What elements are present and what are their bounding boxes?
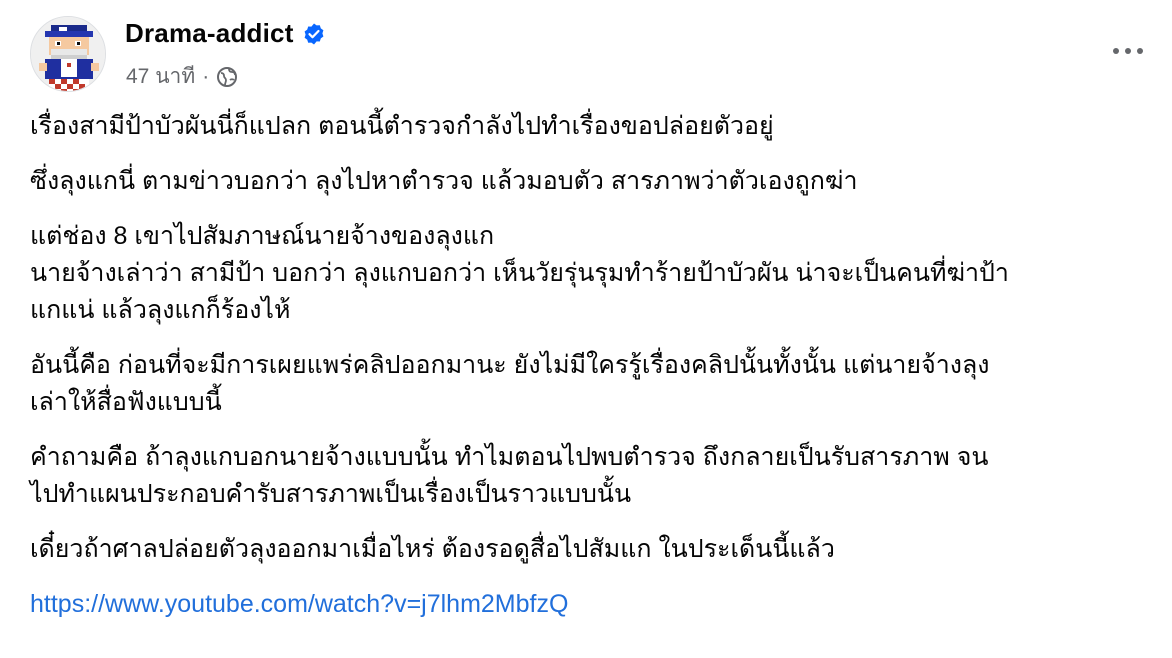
avatar[interactable] (30, 16, 106, 92)
globe-icon[interactable] (216, 66, 238, 88)
post-timestamp[interactable]: 47 นาที (126, 60, 195, 93)
post-paragraph: เรื่องสามีป้าบัวผันนี่ก็แปลก ตอนนี้ตำรวจ… (30, 112, 774, 140)
author-name[interactable]: Drama-addict (125, 18, 294, 49)
post-paragraph: แต่ช่อง 8 เขาไปสัมภาษณ์นายจ้างของลุงแก น… (30, 222, 1009, 324)
meta-separator: · (202, 64, 210, 88)
youtube-link[interactable]: https://www.youtube.com/watch?v=j7lhm2Mb… (30, 586, 568, 623)
post-paragraph: คำถามคือ ถ้าลุงแกบอกนายจ้างแบบนั้น ทำไมต… (30, 443, 989, 508)
post-paragraph: เดี๋ยวถ้าศาลปล่อยตัวลุงออกมาเมื่อไหร่ ต้… (30, 535, 835, 563)
post-content: เรื่องสามีป้าบัวผันนี่ก็แปลก ตอนนี้ตำรวจ… (30, 108, 1145, 623)
more-horizontal-icon (1113, 48, 1143, 54)
post-paragraph: อันนี้คือ ก่อนที่จะมีการเผยแพร่คลิปออกมา… (30, 351, 990, 416)
verified-badge-icon (302, 22, 326, 46)
pixel-art-avatar-image (31, 17, 105, 91)
post-paragraph: ซึ่งลุงแกนี่ ตามข่าวบอกว่า ลุงไปหาตำรวจ … (30, 167, 858, 195)
author-header: Drama-addict (125, 18, 326, 49)
post-meta: 47 นาที · (126, 60, 238, 93)
facebook-post: Drama-addict 47 นาที · เรื่องสามีป้าบัวผ… (0, 0, 1172, 658)
more-options-button[interactable] (1106, 34, 1150, 68)
